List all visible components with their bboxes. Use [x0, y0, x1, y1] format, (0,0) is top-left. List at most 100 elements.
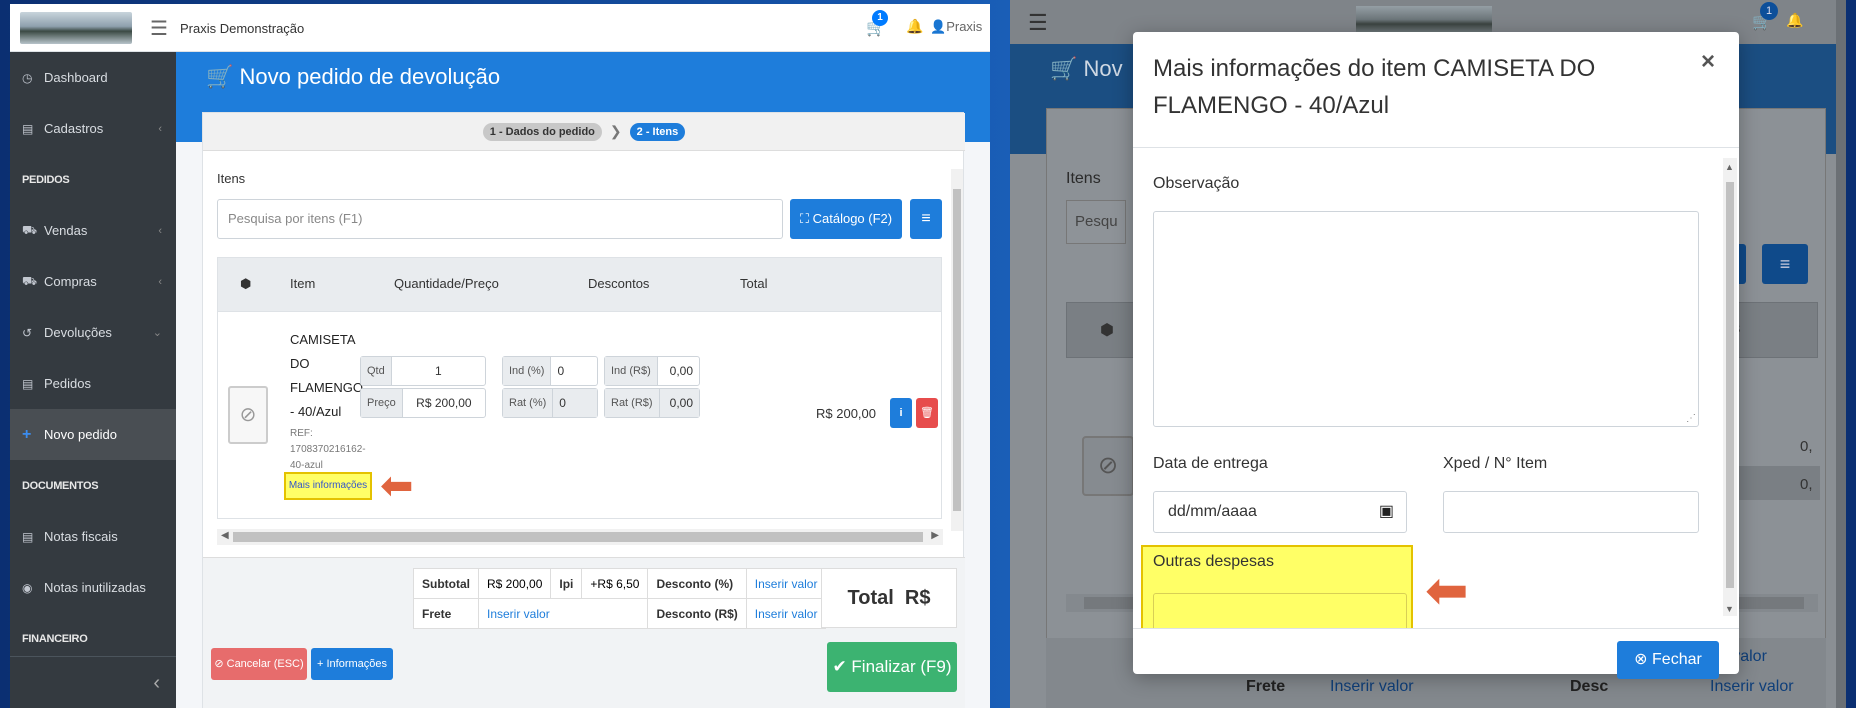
chevron-left-icon: ‹ — [158, 224, 162, 237]
desconto-rs-label: Desconto (R$) — [647, 598, 747, 629]
horizontal-scrollbar[interactable]: ◀ ▶ — [217, 529, 943, 545]
hamburger-menu-icon: ☰ — [1028, 10, 1048, 35]
frete-insert-link[interactable]: Inserir valor — [477, 598, 649, 629]
bell-icon[interactable]: 🔔 — [906, 18, 923, 35]
dimmed-desconto-insert-link: Inserir valor — [1710, 678, 1794, 695]
close-icon[interactable]: × — [1701, 48, 1715, 76]
close-circle-icon: ⊗ — [1634, 651, 1648, 668]
date-placeholder: dd/mm/aaaa — [1168, 503, 1257, 520]
cart-icon: ⛟ — [22, 222, 38, 237]
sidebar-item-label: Novo pedido — [44, 427, 117, 442]
sidebar-item-dashboard[interactable]: ◷ Dashboard — [10, 52, 176, 103]
calendar-icon[interactable]: ▣ — [1379, 492, 1394, 532]
dimmed-value-1: 0, — [1800, 438, 1813, 455]
sidebar-header-documentos: DOCUMENTOS — [22, 479, 99, 492]
dimmed-items-label: Itens — [1066, 170, 1101, 187]
dimmed-title-text: Nov — [1083, 56, 1123, 81]
product-name: CAMISETA DO FLAMENGO - 40/Azul — [290, 332, 363, 419]
info-button[interactable]: i — [890, 398, 912, 428]
dimmed-desconto-label: Desc — [1570, 678, 1609, 695]
table-icon: ▤ — [22, 121, 34, 136]
observacao-textarea[interactable]: ⋰ — [1153, 211, 1699, 427]
resize-grip-icon[interactable]: ⋰ — [1686, 413, 1696, 424]
ind-pct-input[interactable]: Ind (%) 0 — [502, 356, 598, 386]
sidebar-item-notas-inutilizadas[interactable]: ◉ Notas inutilizadas — [10, 562, 176, 613]
order-total: Total R$ 206,50 — [821, 568, 957, 667]
subtotal-value: R$ 200,00 — [477, 568, 552, 599]
check-icon: ✔ — [832, 657, 847, 676]
catalog-button[interactable]: ⛶ Catálogo (F2) — [790, 199, 902, 239]
sidebar-item-label: Cadastros — [44, 121, 104, 136]
table-icon: ▤ — [22, 529, 34, 544]
modal-vertical-scrollbar[interactable]: ▲ ▼ — [1723, 158, 1737, 616]
sidebar-item-label: Devoluções — [44, 325, 112, 340]
bell-icon: 🔔 — [1786, 12, 1804, 28]
price-input[interactable]: Preço R$ 200,00 — [360, 388, 486, 418]
total-label: Total — [847, 587, 894, 609]
finalize-button[interactable]: ✔ Finalizar (F9) — [827, 642, 957, 692]
sidebar-item-cadastros[interactable]: ▤ Cadastros ‹ — [10, 103, 176, 154]
desconto-pct-insert-link[interactable]: Inserir valor — [745, 568, 827, 599]
user-name: Praxis — [946, 19, 983, 34]
sidebar-item-devolucoes[interactable]: ↺ Devoluções ⌄ — [10, 307, 176, 358]
wizard-steps: 1 - Dados do pedido ❯ 2 - Itens — [203, 113, 965, 151]
sidebar-item-pedidos[interactable]: ▤ Pedidos — [10, 358, 176, 409]
data-entrega-input[interactable]: dd/mm/aaaa ▣ — [1153, 491, 1407, 533]
sidebar-collapse-button[interactable]: ‹ — [10, 656, 176, 708]
sidebar-item-compras[interactable]: ⛟ Compras ‹ — [10, 256, 176, 307]
xped-input[interactable] — [1443, 491, 1699, 533]
informacoes-button[interactable]: + Informações — [311, 648, 393, 680]
desconto-pct-label: Desconto (%) — [647, 568, 747, 599]
outras-despesas-input[interactable] — [1153, 593, 1407, 629]
sidebar-item-label: Notas inutilizadas — [44, 580, 146, 595]
table-header: ⬢ Item Quantidade/Preço Descontos Total — [218, 258, 941, 312]
table-icon: ▤ — [22, 376, 34, 391]
brand-name: Praxis Demonstração — [180, 21, 305, 36]
col-quantidade-preco: Quantidade/Preço — [394, 276, 499, 291]
scroll-right-icon: ▶ — [931, 530, 939, 541]
cart-count-badge: 1 — [872, 10, 888, 26]
observacao-label: Observação — [1153, 175, 1240, 192]
user-menu[interactable]: 👤Praxis — [930, 19, 982, 35]
sidebar-item-vendas[interactable]: ⛟ Vendas ‹ — [10, 205, 176, 256]
fechar-button[interactable]: ⊗ Fechar — [1617, 641, 1719, 679]
informacoes-button-label: Informações — [326, 658, 388, 670]
scroll-left-icon: ◀ — [221, 530, 229, 541]
plus-icon: + — [22, 425, 32, 443]
dimmed-product-image: ⊘ — [1082, 436, 1134, 496]
modal-footer: ⊗ Fechar — [1133, 628, 1739, 679]
menu-button[interactable]: ≡ — [910, 199, 942, 239]
vertical-scrollbar[interactable] — [951, 169, 963, 531]
ind-rs-input[interactable]: Ind (R$) 0,00 — [604, 356, 700, 386]
outras-despesas-label: Outras despesas — [1153, 553, 1274, 570]
frete-label: Frete — [413, 598, 479, 629]
undo-icon: ↺ — [22, 325, 33, 340]
trash-icon: 🗑 — [920, 407, 934, 419]
page-title: 🛒 Novo pedido de devolução — [206, 64, 500, 90]
catalog-button-label: Catálogo (F2) — [812, 211, 893, 226]
sidebar-item-label: Notas fiscais — [44, 529, 118, 544]
arrow-left-icon: ⬅ — [1425, 562, 1469, 620]
more-info-link[interactable]: Mais informações — [284, 472, 372, 500]
cancel-button[interactable]: ⊘ Cancelar (ESC) — [211, 648, 307, 680]
ind-rs-label: Ind (R$) — [605, 357, 658, 385]
chevron-down-icon: ⌄ — [152, 327, 162, 339]
sidebar-item-novo-pedido[interactable]: + Novo pedido — [10, 409, 176, 460]
delete-button[interactable]: 🗑 — [916, 398, 938, 428]
step-dados-do-pedido[interactable]: 1 - Dados do pedido — [482, 122, 602, 141]
modal-header: Mais informações do item CAMISETA DO FLA… — [1133, 32, 1739, 148]
desconto-rs-insert-link[interactable]: Inserir valor — [745, 598, 827, 629]
hamburger-menu-icon[interactable]: ☰ — [150, 16, 168, 41]
item-search-input[interactable]: Pesquisa por itens (F1) — [217, 199, 783, 239]
xped-label: Xped / N° Item — [1443, 455, 1548, 472]
outras-despesas-highlight: Outras despesas — [1141, 545, 1413, 629]
sidebar-item-notas-fiscais[interactable]: ▤ Notas fiscais — [10, 511, 176, 562]
items-label: Itens — [217, 171, 246, 186]
col-total: Total — [740, 276, 768, 291]
rat-rs-label: Rat (R$) — [605, 389, 660, 417]
dashboard-icon: ◷ — [22, 70, 33, 85]
step-itens[interactable]: 2 - Itens — [629, 122, 686, 141]
qty-input[interactable]: Qtd 1 — [360, 356, 486, 386]
user-icon: 👤 — [930, 19, 947, 34]
circle-icon: ◉ — [22, 580, 33, 595]
